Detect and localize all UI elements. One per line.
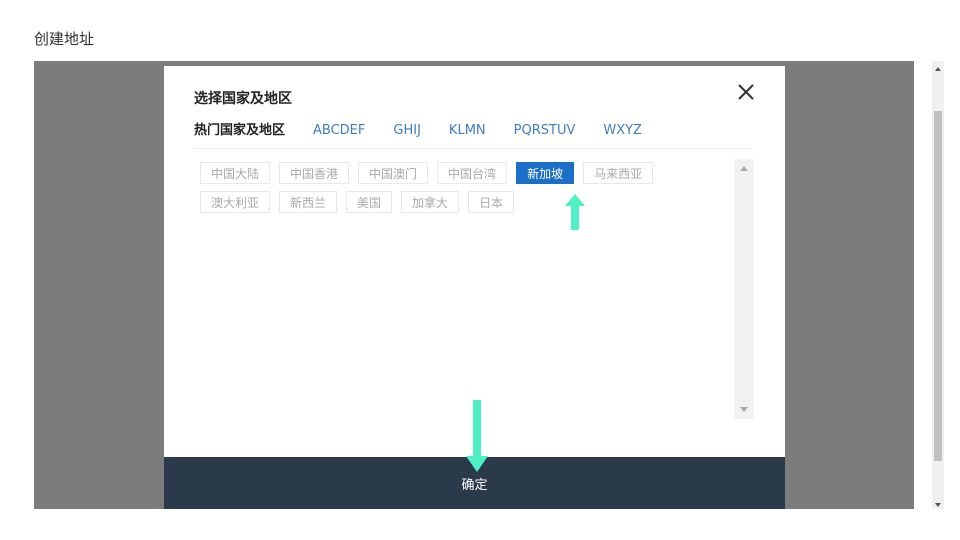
- modal-title: 选择国家及地区: [194, 91, 292, 107]
- close-button[interactable]: [733, 79, 759, 105]
- region-chip-mainland-china[interactable]: 中国大陆: [200, 162, 271, 184]
- region-chip-hong-kong[interactable]: 中国香港: [279, 162, 350, 184]
- tab-hot-regions[interactable]: 热门国家及地区: [194, 122, 285, 140]
- page-scroll-thumb[interactable]: [934, 111, 942, 461]
- tab-pqrstuv[interactable]: PQRSTUV: [514, 122, 576, 140]
- close-icon: [738, 84, 754, 100]
- region-row: 中国大陆 中国香港 中国澳门 中国台湾 新加坡 马来西亚: [200, 162, 736, 184]
- tab-ghij[interactable]: GHIJ: [393, 122, 421, 140]
- tab-wxyz[interactable]: WXYZ: [603, 122, 642, 140]
- region-chip-singapore[interactable]: 新加坡: [516, 162, 575, 184]
- tab-klmn[interactable]: KLMN: [449, 122, 486, 140]
- scroll-down-arrow-icon[interactable]: [740, 407, 748, 412]
- region-row: 澳大利亚 新西兰 美国 加拿大 日本: [200, 191, 736, 213]
- page-scrollbar[interactable]: [932, 61, 944, 509]
- region-chip-taiwan[interactable]: 中国台湾: [437, 162, 508, 184]
- region-chip-macau[interactable]: 中国澳门: [358, 162, 429, 184]
- scroll-up-arrow-icon[interactable]: [740, 166, 748, 171]
- region-list-scrollbar[interactable]: [735, 159, 753, 419]
- region-chip-usa[interactable]: 美国: [346, 191, 393, 213]
- region-tabs: 热门国家及地区 ABCDEF GHIJ KLMN PQRSTUV WXYZ: [194, 122, 752, 149]
- region-chip-australia[interactable]: 澳大利亚: [200, 191, 271, 213]
- page-title: 创建地址: [34, 30, 95, 48]
- page-scroll-down-icon[interactable]: [935, 503, 941, 507]
- region-chip-new-zealand[interactable]: 新西兰: [279, 191, 338, 213]
- tab-abcdef[interactable]: ABCDEF: [313, 122, 365, 140]
- region-chip-canada[interactable]: 加拿大: [401, 191, 460, 213]
- region-list: 中国大陆 中国香港 中国澳门 中国台湾 新加坡 马来西亚 澳大利亚 新西兰 美国…: [200, 162, 736, 422]
- arrow-down-icon: [466, 400, 488, 472]
- region-chip-malaysia[interactable]: 马来西亚: [583, 162, 654, 184]
- page-scroll-up-icon[interactable]: [935, 67, 941, 71]
- region-chip-japan[interactable]: 日本: [468, 191, 515, 213]
- arrow-up-icon: [565, 194, 585, 230]
